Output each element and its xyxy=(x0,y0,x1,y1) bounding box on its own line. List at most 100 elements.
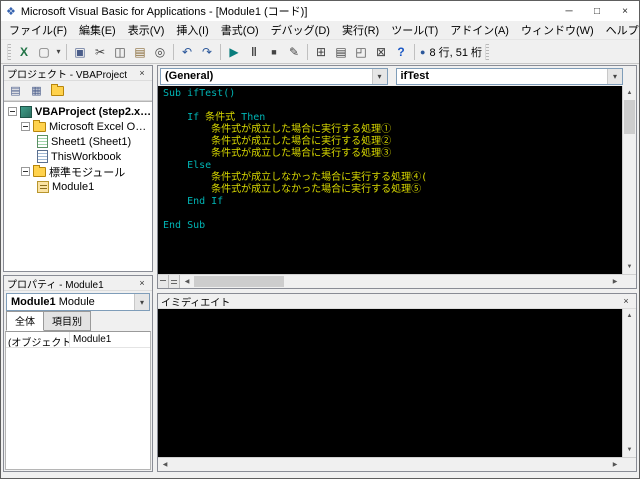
code-line: End If xyxy=(163,196,224,207)
scrollbar-track[interactable] xyxy=(623,323,636,443)
maximize-button[interactable]: □ xyxy=(583,1,611,21)
scroll-down-icon[interactable]: ▼ xyxy=(623,260,636,274)
tree-label: ThisWorkbook xyxy=(51,150,122,163)
window-title: Microsoft Visual Basic for Applications … xyxy=(20,6,308,18)
left-column: プロジェクト - VBAProject × ▤ ▦ VBAProject (st… xyxy=(3,65,153,472)
folder-icon xyxy=(33,164,46,177)
collapse-icon[interactable] xyxy=(21,122,30,131)
properties-window-button[interactable]: ▤ xyxy=(331,42,351,62)
menu-item-debug[interactable]: デバッグ(D) xyxy=(265,20,336,40)
scrollbar-thumb[interactable] xyxy=(194,276,284,287)
menu-item-help[interactable]: ヘルプ(H) xyxy=(600,20,639,40)
view-excel-button[interactable]: X xyxy=(14,42,34,62)
reset-button[interactable]: ■ xyxy=(264,42,284,62)
scroll-up-icon[interactable]: ▲ xyxy=(623,309,636,323)
copy-button[interactable]: ◫ xyxy=(110,42,130,62)
save-button[interactable]: ▣ xyxy=(70,42,90,62)
tree-item-module1[interactable]: Module1 xyxy=(6,179,152,194)
toggle-folders-button[interactable] xyxy=(48,82,67,99)
view-code-button[interactable]: ▤ xyxy=(6,82,25,99)
immediate-close-icon[interactable]: × xyxy=(619,295,633,308)
selected-object: Module1 Module xyxy=(11,296,95,308)
toolbar-grip[interactable] xyxy=(485,43,490,60)
view-object-button[interactable]: ▦ xyxy=(27,82,46,99)
scroll-down-icon[interactable]: ▼ xyxy=(623,443,636,457)
project-panel-close-icon[interactable]: × xyxy=(135,67,149,80)
worksheet-icon xyxy=(37,135,48,148)
menu-item-view[interactable]: 表示(V) xyxy=(122,20,171,40)
code-vertical-scrollbar[interactable]: ▲ ▼ xyxy=(622,86,636,274)
insert-dropdown-button[interactable]: ▾ xyxy=(54,47,63,56)
cut-button[interactable]: ✂ xyxy=(90,42,110,62)
scrollbar-thumb[interactable] xyxy=(624,100,635,134)
scroll-left-icon[interactable]: ◀ xyxy=(158,458,172,471)
toolbox-button[interactable]: ⊠ xyxy=(371,42,391,62)
tree-item-thisworkbook[interactable]: ThisWorkbook xyxy=(6,149,152,164)
status-caret-position: 8 行, 51 桁 xyxy=(429,46,483,59)
collapse-icon[interactable] xyxy=(8,107,17,116)
procedure-dropdown[interactable]: ifTest ▾ xyxy=(395,67,623,85)
save-icon: ▣ xyxy=(74,44,86,59)
run-button[interactable]: ▶ xyxy=(224,42,244,62)
scrollbar-track[interactable] xyxy=(172,458,608,471)
minimize-button[interactable]: ─ xyxy=(555,1,583,21)
tab-categorized[interactable]: 項目別 xyxy=(43,311,91,331)
menu-item-addins[interactable]: アドイン(A) xyxy=(444,20,515,40)
tree-label: Microsoft Excel Objects xyxy=(49,120,152,133)
chevron-down-icon[interactable]: ▾ xyxy=(371,68,387,84)
chevron-down-icon[interactable]: ▾ xyxy=(134,294,149,310)
immediate-window: イミディエイト × ▲ ▼ ◀ ▶ xyxy=(157,293,637,472)
scrollbar-track[interactable] xyxy=(623,100,636,260)
procedure-view-button[interactable] xyxy=(158,275,169,288)
object-dropdown[interactable]: (General) ▾ xyxy=(160,67,388,85)
design-mode-button[interactable]: ✎ xyxy=(284,42,304,62)
tree-item-excel-objects-folder[interactable]: Microsoft Excel Objects xyxy=(6,119,152,134)
menu-item-insert[interactable]: 挿入(I) xyxy=(170,20,214,40)
help-button[interactable]: ? xyxy=(391,42,411,62)
project-panel-titlebar[interactable]: プロジェクト - VBAProject × xyxy=(4,66,152,81)
scroll-right-icon[interactable]: ▶ xyxy=(608,458,622,471)
menu-item-tools[interactable]: ツール(T) xyxy=(385,20,444,40)
code-editor[interactable]: Sub ifTest() If 条件式 Then 条件式が成立した場合に実行する… xyxy=(158,86,622,274)
menu-item-format[interactable]: 書式(O) xyxy=(215,20,265,40)
code-line: 条件式が成立した場合に実行する処理③ xyxy=(163,148,392,159)
immediate-input-area[interactable] xyxy=(158,309,622,457)
scroll-right-icon[interactable]: ▶ xyxy=(608,275,622,288)
scroll-left-icon[interactable]: ◀ xyxy=(180,275,194,288)
project-explorer-button[interactable]: ⊞ xyxy=(311,42,331,62)
menu-item-window[interactable]: ウィンドウ(W) xyxy=(515,20,600,40)
toolbar-grip[interactable] xyxy=(7,43,11,60)
scroll-up-icon[interactable]: ▲ xyxy=(623,86,636,100)
menu-item-edit[interactable]: 編集(E) xyxy=(73,20,122,40)
menu-item-run[interactable]: 実行(R) xyxy=(336,20,385,40)
tab-alphabetic[interactable]: 全体 xyxy=(6,311,44,331)
find-button[interactable]: ◎ xyxy=(150,42,170,62)
property-row[interactable]: (オブジェクト名) Module1 xyxy=(6,332,150,348)
code-horizontal-scrollbar[interactable]: ◀ ▶ xyxy=(158,274,636,288)
chevron-down-icon[interactable]: ▾ xyxy=(607,68,622,84)
immediate-vertical-scrollbar[interactable]: ▲ ▼ xyxy=(622,309,636,457)
scrollbar-track[interactable] xyxy=(194,275,608,288)
toolbar-separator xyxy=(173,43,174,60)
properties-tabs: 全体 項目別 xyxy=(4,311,152,331)
object-browser-button[interactable]: ◰ xyxy=(351,42,371,62)
insert-userform-button[interactable]: ▢ xyxy=(34,42,54,62)
immediate-titlebar[interactable]: イミディエイト × xyxy=(158,294,636,309)
undo-button[interactable]: ↶ xyxy=(177,42,197,62)
tree-item-project-root[interactable]: VBAProject (step2.xlsm) xyxy=(6,104,152,119)
menu-item-file[interactable]: ファイル(F) xyxy=(3,20,73,40)
property-value-cell[interactable]: Module1 xyxy=(70,332,150,347)
properties-object-selector[interactable]: Module1 Module ▾ xyxy=(6,293,150,311)
paste-button[interactable]: ▤ xyxy=(130,42,150,62)
properties-panel-titlebar[interactable]: プロパティ - Module1 × xyxy=(4,276,152,291)
properties-panel-close-icon[interactable]: × xyxy=(135,277,149,290)
redo-button[interactable]: ↷ xyxy=(197,42,217,62)
immediate-horizontal-scrollbar[interactable]: ◀ ▶ xyxy=(158,457,636,471)
tree-item-modules-folder[interactable]: 標準モジュール xyxy=(6,164,152,179)
collapse-icon[interactable] xyxy=(21,167,30,176)
break-button[interactable]: ‖ xyxy=(244,42,264,62)
project-tree[interactable]: VBAProject (step2.xlsm) Microsoft Excel … xyxy=(4,101,152,271)
close-button[interactable]: × xyxy=(611,1,639,21)
full-module-view-button[interactable] xyxy=(169,275,180,288)
tree-item-sheet1[interactable]: Sheet1 (Sheet1) xyxy=(6,134,152,149)
